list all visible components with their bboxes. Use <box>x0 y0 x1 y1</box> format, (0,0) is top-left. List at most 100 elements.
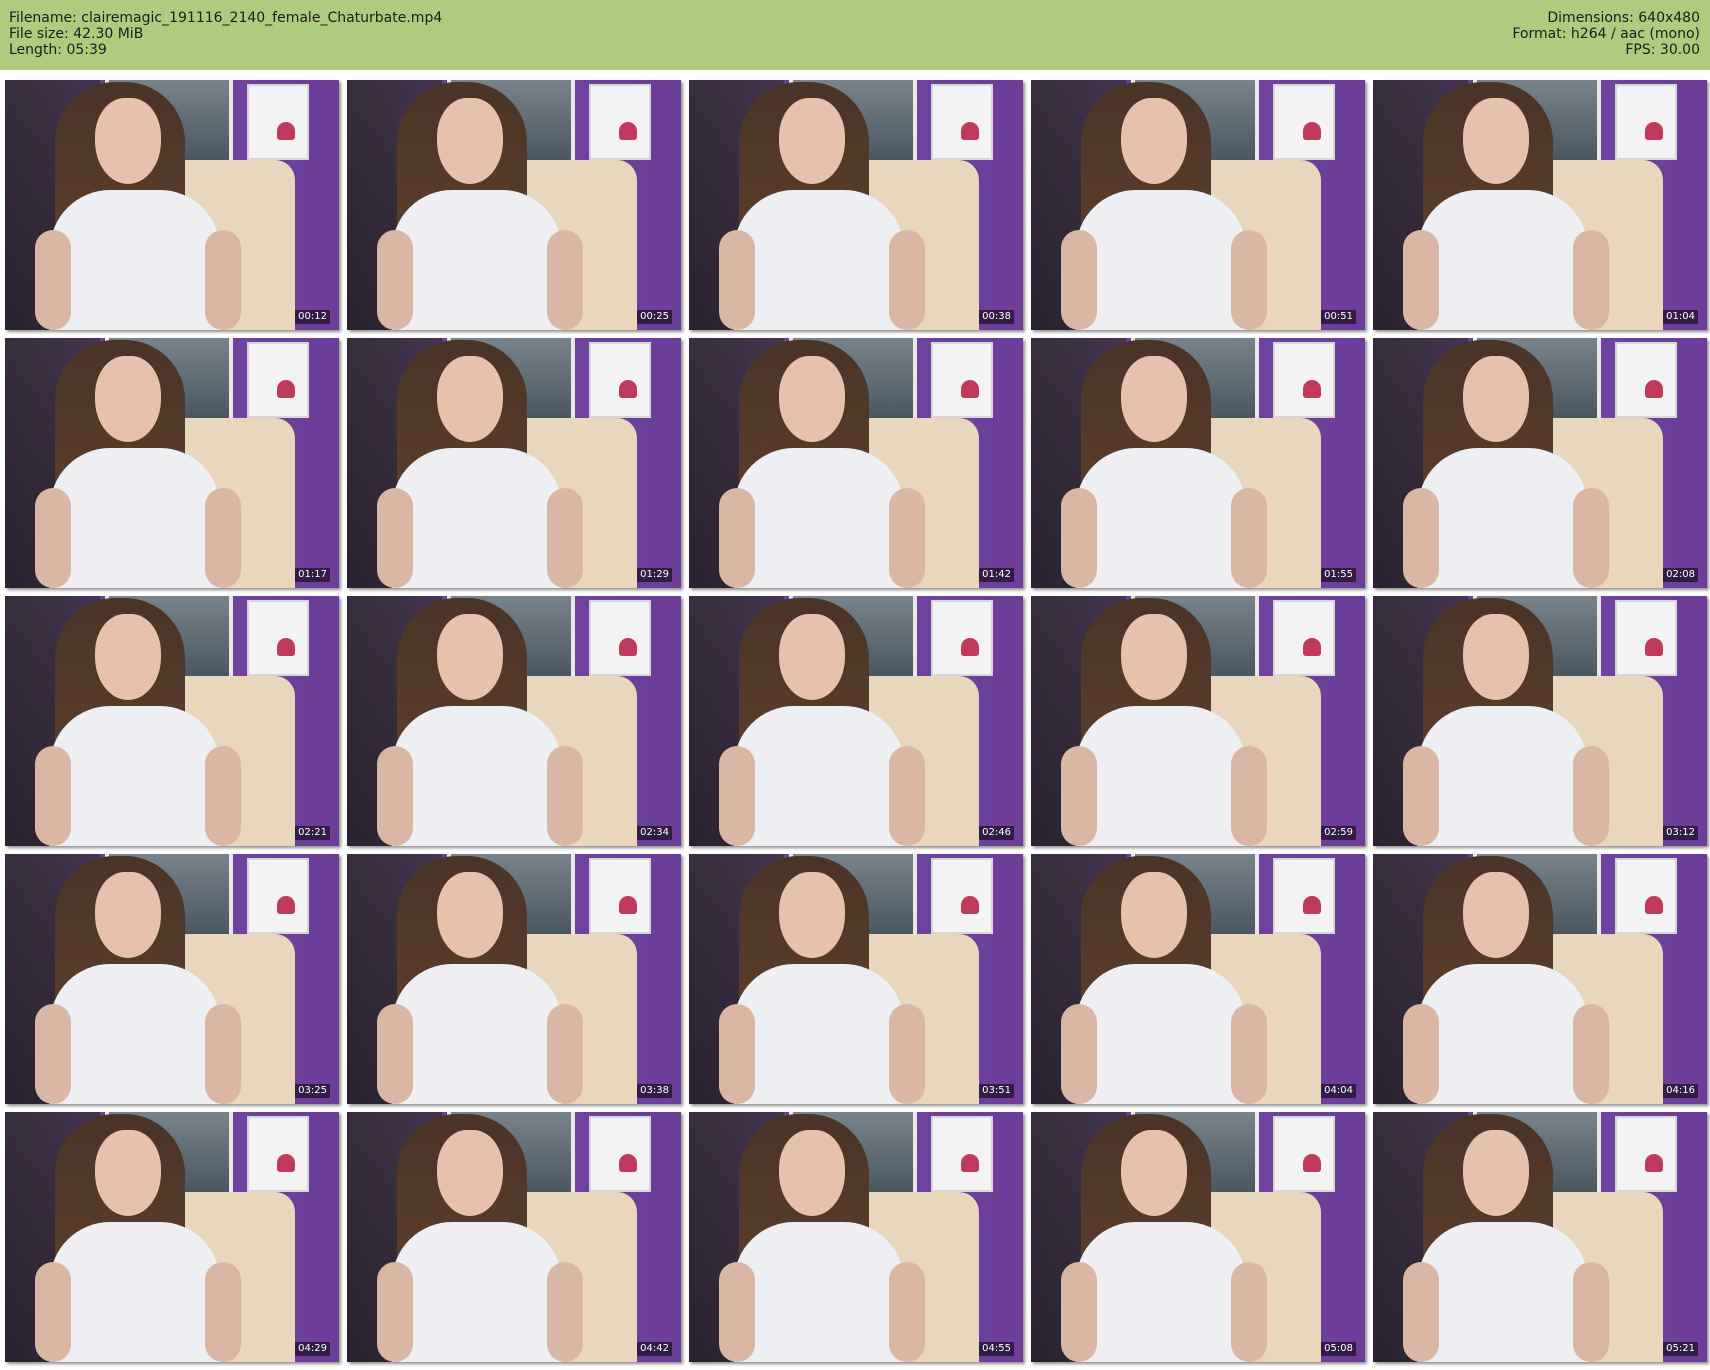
person-arm-left <box>719 746 755 846</box>
person-arm-right <box>1231 746 1267 846</box>
potted-flower <box>619 1154 637 1172</box>
thumbnail-timestamp: 00:12 <box>295 310 330 324</box>
thumbnail-timestamp: 01:55 <box>1321 568 1356 582</box>
video-thumbnail[interactable]: 04:04 <box>1031 854 1365 1104</box>
potted-flower <box>1645 380 1663 398</box>
wall-shelf <box>1273 342 1335 418</box>
person-shirt <box>1076 190 1246 330</box>
person-arm-right <box>1231 1004 1267 1104</box>
person-arm-left <box>377 1004 413 1104</box>
filename-text: Filename: clairemagic_191116_2140_female… <box>9 10 443 26</box>
person-face <box>1463 872 1529 958</box>
potted-flower <box>1645 896 1663 914</box>
person-arm-left <box>35 1004 71 1104</box>
video-thumbnail[interactable]: 05:21 <box>1373 1112 1707 1362</box>
person-face <box>437 614 503 700</box>
wall-shelf <box>931 1116 993 1192</box>
thumbnail-timestamp: 01:29 <box>637 568 672 582</box>
potted-flower <box>619 122 637 140</box>
potted-flower <box>277 638 295 656</box>
potted-flower <box>1303 122 1321 140</box>
video-thumbnail[interactable]: 03:25 <box>5 854 339 1104</box>
file-info: Filename: clairemagic_191116_2140_female… <box>9 10 442 58</box>
person-face <box>779 98 845 184</box>
person-arm-left <box>1061 746 1097 846</box>
person-arm-right <box>547 488 583 588</box>
video-thumbnail[interactable]: 02:46 <box>689 596 1023 846</box>
person-arm-left <box>377 1262 413 1362</box>
wall-shelf <box>247 342 309 418</box>
person-arm-left <box>35 488 71 588</box>
person-face <box>95 614 161 700</box>
video-thumbnail[interactable]: 00:12 <box>5 80 339 330</box>
thumbnail-timestamp: 00:51 <box>1321 310 1356 324</box>
person-arm-left <box>1061 1004 1097 1104</box>
person-face <box>779 872 845 958</box>
thumbnail-timestamp: 02:08 <box>1663 568 1698 582</box>
person-arm-left <box>719 1004 755 1104</box>
potted-flower <box>1303 1154 1321 1172</box>
video-thumbnail[interactable]: 03:51 <box>689 854 1023 1104</box>
wall-shelf <box>1615 84 1677 160</box>
video-thumbnail[interactable]: 04:16 <box>1373 854 1707 1104</box>
wall-shelf <box>1615 600 1677 676</box>
person-face <box>437 872 503 958</box>
thumbnail-timestamp: 02:59 <box>1321 826 1356 840</box>
video-thumbnail[interactable]: 00:25 <box>347 80 681 330</box>
person-shirt <box>392 190 562 330</box>
person-shirt <box>392 448 562 588</box>
person-arm-right <box>889 746 925 846</box>
video-thumbnail[interactable]: 02:59 <box>1031 596 1365 846</box>
person-shirt <box>734 706 904 846</box>
person-face <box>1463 614 1529 700</box>
person-arm-right <box>889 1262 925 1362</box>
video-thumbnail[interactable]: 02:08 <box>1373 338 1707 588</box>
person-arm-right <box>547 746 583 846</box>
person-face <box>1121 356 1187 442</box>
potted-flower <box>1303 380 1321 398</box>
video-thumbnail[interactable]: 01:17 <box>5 338 339 588</box>
thumbnail-timestamp: 03:12 <box>1663 826 1698 840</box>
wall-shelf <box>1273 84 1335 160</box>
potted-flower <box>1645 122 1663 140</box>
wall-shelf <box>931 858 993 934</box>
video-thumbnail[interactable]: 02:21 <box>5 596 339 846</box>
video-thumbnail[interactable]: 01:42 <box>689 338 1023 588</box>
video-thumbnail[interactable]: 00:38 <box>689 80 1023 330</box>
video-thumbnail[interactable]: 04:29 <box>5 1112 339 1362</box>
video-thumbnail[interactable]: 04:42 <box>347 1112 681 1362</box>
person-arm-left <box>1061 230 1097 330</box>
person-shirt <box>734 448 904 588</box>
person-arm-right <box>547 1262 583 1362</box>
video-thumbnail[interactable]: 01:55 <box>1031 338 1365 588</box>
potted-flower <box>277 1154 295 1172</box>
video-thumbnail[interactable]: 01:04 <box>1373 80 1707 330</box>
person-face <box>95 872 161 958</box>
info-header: Filename: clairemagic_191116_2140_female… <box>0 0 1710 70</box>
person-face <box>1121 872 1187 958</box>
person-face <box>1121 98 1187 184</box>
person-arm-left <box>1403 1004 1439 1104</box>
person-arm-right <box>1231 230 1267 330</box>
video-thumbnail[interactable]: 04:55 <box>689 1112 1023 1362</box>
thumbnail-timestamp: 03:51 <box>979 1084 1014 1098</box>
video-thumbnail[interactable]: 01:29 <box>347 338 681 588</box>
potted-flower <box>1645 638 1663 656</box>
person-shirt <box>50 448 220 588</box>
video-thumbnail[interactable]: 00:51 <box>1031 80 1365 330</box>
person-shirt <box>392 964 562 1104</box>
person-face <box>1463 1130 1529 1216</box>
person-shirt <box>1076 448 1246 588</box>
person-arm-left <box>1061 488 1097 588</box>
video-thumbnail[interactable]: 03:38 <box>347 854 681 1104</box>
person-shirt <box>734 1222 904 1362</box>
thumbnail-timestamp: 03:25 <box>295 1084 330 1098</box>
video-thumbnail[interactable]: 02:34 <box>347 596 681 846</box>
wall-shelf <box>1273 1116 1335 1192</box>
thumbnail-timestamp: 02:34 <box>637 826 672 840</box>
video-thumbnail[interactable]: 03:12 <box>1373 596 1707 846</box>
thumbnail-timestamp: 05:08 <box>1321 1342 1356 1356</box>
video-thumbnail[interactable]: 05:08 <box>1031 1112 1365 1362</box>
person-arm-right <box>205 1004 241 1104</box>
format-text: Format: h264 / aac (mono) <box>1512 26 1700 42</box>
